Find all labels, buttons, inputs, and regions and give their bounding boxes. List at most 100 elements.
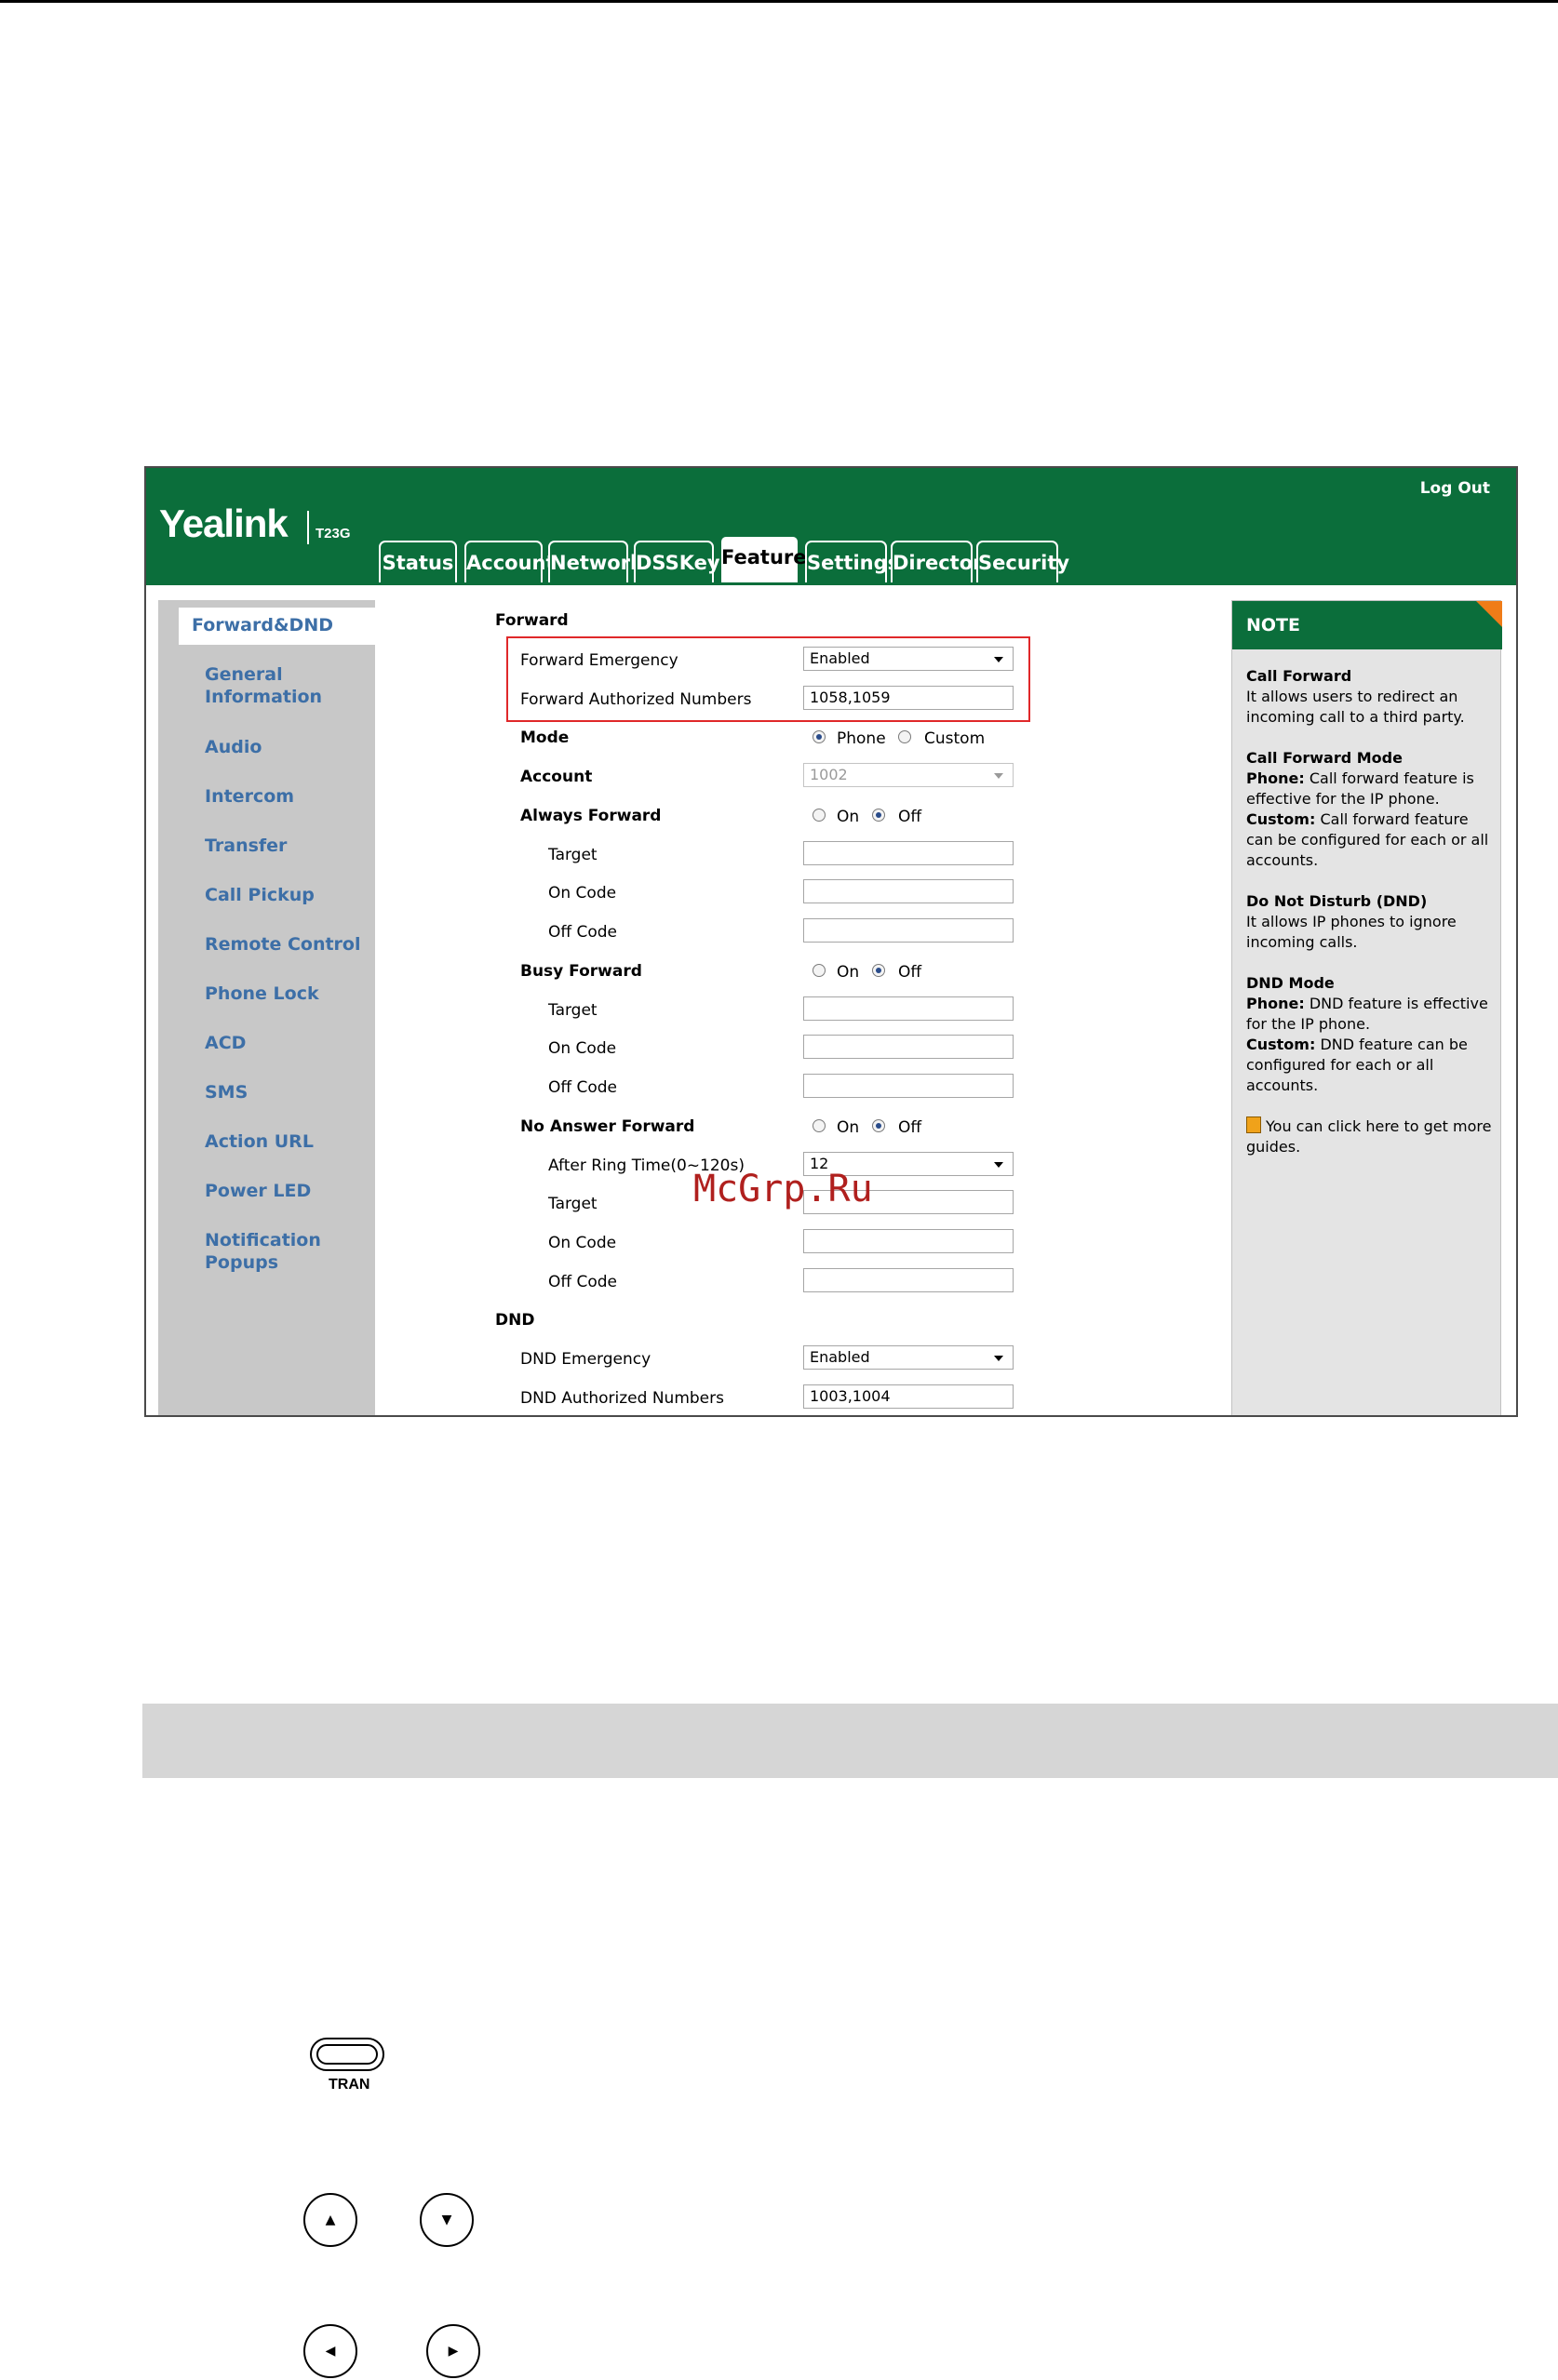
no-answer-forward-label: No Answer Forward (520, 1117, 695, 1136)
model-label: T23G (316, 526, 351, 542)
dnd-authorized-numbers-label: DND Authorized Numbers (520, 1389, 724, 1408)
no-answer-on-radio[interactable] (813, 1119, 826, 1132)
grey-banner (142, 1704, 1558, 1778)
busy-on-code-label: On Code (548, 1039, 617, 1058)
busy-target-label: Target (548, 1001, 598, 1020)
sidebar-item-power-led[interactable]: Power LED (205, 1180, 311, 1202)
always-on-code-input[interactable] (803, 879, 1014, 903)
always-target-label: Target (548, 846, 598, 864)
sidebar-item-label: Forward&DND (192, 615, 333, 635)
sidebar-item-phone-lock[interactable]: Phone Lock (205, 983, 319, 1005)
tab-status[interactable]: Status (379, 541, 457, 583)
forward-section-title: Forward (495, 611, 569, 630)
always-target-input[interactable] (803, 841, 1014, 865)
dnd-emergency-select[interactable]: Enabled (803, 1345, 1014, 1370)
note-dnd-text: It allows IP phones to ignore incoming c… (1246, 913, 1457, 951)
sidebar-item-transfer[interactable]: Transfer (205, 835, 287, 857)
tab-settings[interactable]: Settings (805, 541, 899, 583)
tab-account[interactable]: Account (464, 541, 556, 583)
down-arrow-icon: ▼ (441, 2213, 452, 2227)
sidebar-item-sms[interactable]: SMS (205, 1081, 248, 1103)
busy-forward-on-radio[interactable] (813, 964, 826, 977)
right-arrow-icon: ▶ (448, 2344, 459, 2359)
sidebar: Forward&DND General Information Audio In… (158, 600, 376, 1415)
no-answer-target-label: Target (548, 1195, 598, 1213)
note-corner-icon (1476, 601, 1502, 627)
down-key-icon: ▼ (420, 2193, 474, 2247)
header-bar: Log Out Yealink T23G Status Account Netw… (146, 468, 1516, 587)
logo-divider (307, 511, 309, 544)
sidebar-item-action-url[interactable]: Action URL (205, 1130, 314, 1153)
always-forward-on-label: On (837, 808, 860, 826)
note-cf-mode-title: Call Forward Mode (1246, 749, 1403, 767)
tran-key-icon (310, 2038, 384, 2071)
always-forward-label: Always Forward (520, 807, 662, 825)
mode-phone-radio[interactable] (813, 730, 826, 743)
logout-link[interactable]: Log Out (1420, 479, 1490, 498)
sidebar-item-intercom[interactable]: Intercom (205, 785, 294, 808)
no-answer-off-label: Off (898, 1118, 922, 1137)
no-answer-on-label: On (837, 1118, 860, 1137)
note-guide-text: You can click here to get more guides. (1246, 1117, 1492, 1156)
note-cf-mode-custom-label: Custom: (1246, 810, 1316, 828)
sidebar-item-call-pickup[interactable]: Call Pickup (205, 884, 315, 906)
up-arrow-icon: ▲ (325, 2213, 336, 2227)
tab-features[interactable]: Features (719, 535, 818, 587)
mode-label: Mode (520, 729, 570, 747)
busy-off-code-input[interactable] (803, 1074, 1014, 1098)
note-title: NOTE (1246, 615, 1300, 635)
always-forward-on-radio[interactable] (813, 809, 826, 822)
no-answer-on-code-input[interactable] (803, 1229, 1014, 1253)
busy-on-code-input[interactable] (803, 1035, 1014, 1059)
note-dnd-mode-title: DND Mode (1246, 974, 1335, 992)
no-answer-off-radio[interactable] (872, 1119, 885, 1132)
no-answer-off-code-input[interactable] (803, 1268, 1014, 1292)
busy-forward-on-label: On (837, 963, 860, 982)
tab-network[interactable]: Network (548, 541, 643, 583)
watermark: McGrp.Ru (693, 1168, 873, 1210)
dnd-section-title: DND (495, 1311, 535, 1330)
busy-forward-off-radio[interactable] (872, 964, 885, 977)
no-answer-off-code-label: Off Code (548, 1273, 618, 1291)
sidebar-item-notification-popups[interactable]: Notification Popups (205, 1229, 375, 1274)
note-call-forward-title: Call Forward (1246, 667, 1352, 685)
always-forward-off-label: Off (898, 808, 922, 826)
busy-forward-label: Busy Forward (520, 962, 642, 981)
account-select[interactable]: 1002 (803, 763, 1014, 787)
busy-forward-off-label: Off (898, 963, 922, 982)
busy-off-code-label: Off Code (548, 1078, 618, 1097)
left-arrow-icon: ◀ (325, 2344, 336, 2359)
always-off-code-input[interactable] (803, 918, 1014, 943)
note-guide-link[interactable]: You can click here to get more guides. (1246, 1116, 1493, 1157)
sidebar-item-audio[interactable]: Audio (205, 736, 262, 758)
busy-target-input[interactable] (803, 996, 1014, 1021)
always-forward-off-radio[interactable] (872, 809, 885, 822)
always-on-code-label: On Code (548, 884, 617, 903)
sidebar-item-forward-dnd[interactable]: Forward&DND (179, 608, 376, 645)
note-body: Call Forward It allows users to redirect… (1246, 666, 1493, 1178)
yealink-logo: Yealink (159, 501, 289, 545)
web-ui-screenshot: Log Out Yealink T23G Status Account Netw… (144, 466, 1518, 1417)
sidebar-item-remote-control[interactable]: Remote Control (205, 933, 361, 956)
tab-security[interactable]: Security (976, 541, 1069, 583)
guide-book-icon (1246, 1116, 1261, 1133)
left-key-icon: ◀ (303, 2324, 357, 2378)
dnd-authorized-numbers-input[interactable]: 1003,1004 (803, 1384, 1014, 1409)
right-key-icon: ▶ (426, 2324, 480, 2378)
mode-custom-radio[interactable] (898, 730, 911, 743)
sidebar-item-acd[interactable]: ACD (205, 1032, 246, 1054)
note-header: NOTE (1232, 601, 1502, 649)
mode-phone-label: Phone (837, 729, 886, 748)
note-panel: NOTE Call Forward It allows users to red… (1231, 600, 1502, 1415)
sidebar-item-general-information[interactable]: General Information (205, 663, 322, 708)
always-off-code-label: Off Code (548, 923, 618, 942)
note-dnd-mode-phone-label: Phone: (1246, 995, 1305, 1012)
note-dnd-mode-custom-label: Custom: (1246, 1036, 1316, 1053)
page-top-rule (0, 0, 1558, 3)
tab-dsskey[interactable]: DSSKey (634, 541, 720, 583)
tab-directory[interactable]: Directory (891, 541, 995, 583)
tran-key-label: TRAN (329, 2077, 370, 2093)
note-dnd-title: Do Not Disturb (DND) (1246, 892, 1428, 910)
mode-custom-label: Custom (924, 729, 986, 748)
no-answer-on-code-label: On Code (548, 1234, 617, 1252)
